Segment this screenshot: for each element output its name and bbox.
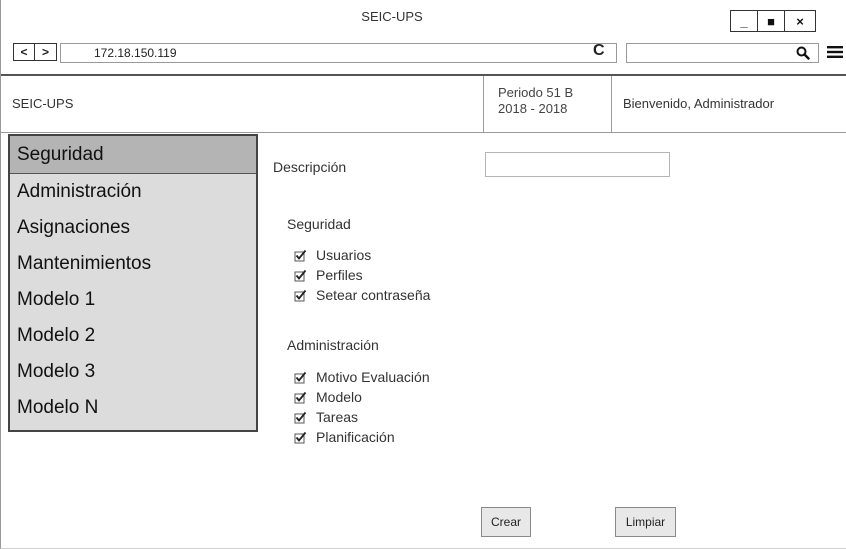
permission-list-seguridad: Usuarios Perfiles Setear contraseña xyxy=(294,245,430,305)
navigation-arrows: < > xyxy=(13,43,57,61)
period-label: Periodo 51 B xyxy=(498,85,574,100)
permission-list-administracion: Motivo Evaluación Modelo Tareas Planific… xyxy=(294,367,430,447)
sidebar-menu: Seguridad Administración Asignaciones Ma… xyxy=(8,134,258,432)
permission-item-perfiles[interactable]: Perfiles xyxy=(294,265,430,285)
search-icon[interactable] xyxy=(796,46,810,60)
permission-label: Modelo xyxy=(316,389,362,405)
welcome-message: Bienvenido, Administrador xyxy=(623,96,775,111)
chrome-divider xyxy=(1,74,846,76)
checkbox-checked-icon[interactable] xyxy=(294,431,309,444)
minimize-button[interactable]: _ xyxy=(730,10,757,32)
browser-window: SEIC-UPS _ ■ × < > 172.18.150.119 C SEIC… xyxy=(0,0,846,549)
period-info: Periodo 51 B 2018 - 2018 xyxy=(483,76,612,132)
sidebar-item-mantenimientos[interactable]: Mantenimientos xyxy=(10,246,256,282)
permission-item-motivo-evaluacion[interactable]: Motivo Evaluación xyxy=(294,367,430,387)
forward-button[interactable]: > xyxy=(35,43,57,61)
maximize-icon: ■ xyxy=(767,13,775,29)
permission-label: Usuarios xyxy=(316,247,372,263)
sidebar-item-modelo-n[interactable]: Modelo N xyxy=(10,390,256,426)
sidebar-item-modelo-3[interactable]: Modelo 3 xyxy=(10,354,256,390)
close-icon: × xyxy=(796,13,804,29)
app-name: SEIC-UPS xyxy=(12,96,74,111)
reload-icon[interactable]: C xyxy=(593,42,605,60)
hamburger-menu-icon[interactable] xyxy=(827,45,843,59)
back-button[interactable]: < xyxy=(13,43,35,61)
checkbox-checked-icon[interactable] xyxy=(294,289,309,302)
permission-label: Planificación xyxy=(316,429,395,445)
chevron-left-icon: < xyxy=(20,45,28,59)
permission-item-modelo[interactable]: Modelo xyxy=(294,387,430,407)
checkbox-checked-icon[interactable] xyxy=(294,249,309,262)
header-divider xyxy=(1,132,846,133)
permission-label: Motivo Evaluación xyxy=(316,369,430,385)
permission-item-tareas[interactable]: Tareas xyxy=(294,407,430,427)
permission-label: Setear contraseña xyxy=(316,287,431,303)
checkbox-checked-icon[interactable] xyxy=(294,411,309,424)
create-button[interactable]: Crear xyxy=(481,507,531,537)
sidebar-item-seguridad[interactable]: Seguridad xyxy=(10,136,256,174)
permission-item-usuarios[interactable]: Usuarios xyxy=(294,245,430,265)
sidebar-item-modelo-2[interactable]: Modelo 2 xyxy=(10,318,256,354)
checkbox-checked-icon[interactable] xyxy=(294,371,309,384)
checkbox-checked-icon[interactable] xyxy=(294,391,309,404)
sidebar-item-modelo-1[interactable]: Modelo 1 xyxy=(10,282,256,318)
chevron-right-icon: > xyxy=(41,45,49,59)
sidebar-item-asignaciones[interactable]: Asignaciones xyxy=(10,210,256,246)
checkbox-checked-icon[interactable] xyxy=(294,269,309,282)
maximize-button[interactable]: ■ xyxy=(757,10,784,32)
group-title-administracion: Administración xyxy=(287,337,379,353)
description-label: Descripción xyxy=(273,159,347,175)
permission-item-planificacion[interactable]: Planificación xyxy=(294,427,430,447)
sidebar-item-administracion[interactable]: Administración xyxy=(10,174,256,210)
permission-label: Tareas xyxy=(316,409,359,425)
group-title-seguridad: Seguridad xyxy=(287,216,351,232)
minimize-icon: _ xyxy=(740,13,748,29)
close-button[interactable]: × xyxy=(784,10,816,32)
permission-item-setear-contrasena[interactable]: Setear contraseña xyxy=(294,285,430,305)
description-input[interactable] xyxy=(485,152,670,177)
address-bar[interactable]: 172.18.150.119 xyxy=(60,43,617,63)
clear-button[interactable]: Limpiar xyxy=(615,507,676,537)
permission-label: Perfiles xyxy=(316,267,363,283)
window-title: SEIC-UPS xyxy=(361,9,423,24)
window-controls: _ ■ × xyxy=(730,10,816,32)
browser-search-input[interactable] xyxy=(626,43,819,63)
period-years: 2018 - 2018 xyxy=(498,101,568,116)
